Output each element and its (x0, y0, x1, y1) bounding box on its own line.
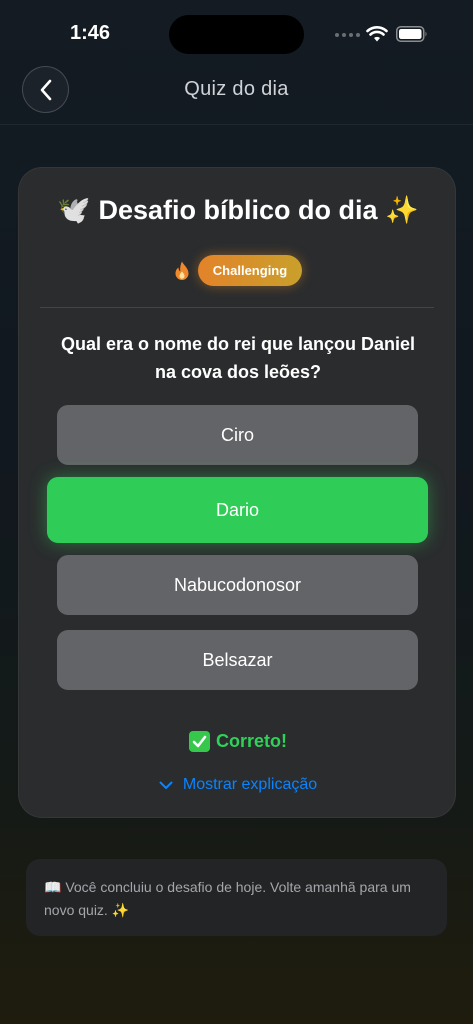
divider (40, 307, 434, 308)
difficulty-badge: Challenging (197, 255, 303, 286)
completion-banner: 📖 Você concluiu o desafio de hoje. Volte… (26, 859, 447, 936)
result-text: Correto! (216, 731, 287, 751)
quiz-card: 🕊️ Desafio bíblico do dia ✨ Challenging … (18, 167, 456, 818)
status-time: 1:46 (70, 22, 111, 44)
wifi-icon (366, 26, 388, 42)
fire-icon (175, 261, 189, 280)
card-title: 🕊️ Desafio bíblico do dia ✨ (57, 195, 419, 225)
show-explanation-label: Mostrar explicação (182, 776, 318, 793)
answer-option-nabucodonosor[interactable]: Nabucodonosor (57, 555, 418, 615)
difficulty-row: Challenging (19, 255, 457, 286)
cellular-signal-icon (335, 33, 360, 37)
dynamic-island (169, 15, 304, 54)
question-text: Qual era o nome do rei que lançou Daniel… (60, 334, 416, 382)
answer-option-belsazar[interactable]: Belsazar (57, 630, 418, 690)
chevron-down-icon (159, 781, 173, 789)
result-row: Correto! (19, 731, 457, 752)
page-title: Quiz do dia (184, 78, 289, 100)
navigation-bar: Quiz do dia (0, 60, 473, 125)
checkmark-icon (189, 731, 210, 752)
status-bar: 1:46 (0, 0, 473, 60)
answer-option-dario[interactable]: Dario (47, 477, 428, 543)
battery-icon (396, 26, 427, 42)
answer-option-ciro[interactable]: Ciro (57, 405, 418, 465)
show-explanation-link[interactable]: Mostrar explicação (19, 776, 457, 794)
